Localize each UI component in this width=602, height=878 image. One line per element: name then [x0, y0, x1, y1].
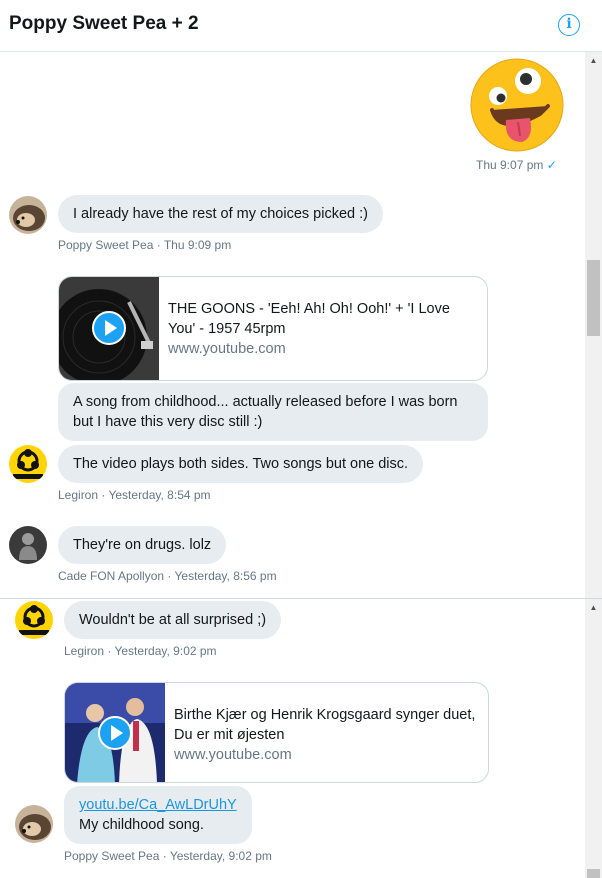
- conversation-title: Poppy Sweet Pea + 2: [9, 13, 199, 34]
- scroll-thumb[interactable]: [587, 260, 600, 336]
- message-meta: Poppy Sweet Pea · Thu 9:09 pm: [58, 238, 232, 252]
- message-bubble[interactable]: A song from childhood... actually releas…: [58, 383, 488, 441]
- biohazard-icon: [15, 601, 53, 639]
- link-card[interactable]: THE GOONS - 'Eeh! Ah! Oh! Ooh!' + 'I Lov…: [58, 276, 488, 381]
- message-pane-top[interactable]: Thu 9:07 pm ✓ I already have the rest of…: [0, 52, 602, 598]
- message-bubble[interactable]: They're on drugs. lolz: [58, 526, 227, 564]
- avatar-biohazard[interactable]: [9, 445, 47, 483]
- card-text: Birthe Kjær og Henrik Krogsgaard synger …: [174, 705, 476, 765]
- play-icon[interactable]: [98, 716, 132, 750]
- message-bubble[interactable]: youtu.be/Ca_AwLDrUhY My childhood song.: [64, 786, 252, 844]
- scroll-up-arrow-icon[interactable]: ▲: [585, 55, 602, 67]
- avatar-biohazard[interactable]: [15, 601, 53, 639]
- scrollbar[interactable]: ▲: [585, 599, 602, 878]
- play-icon[interactable]: [92, 311, 126, 345]
- message-meta: Poppy Sweet Pea · Yesterday, 9:02 pm: [64, 849, 272, 863]
- message-meta: Cade FON Apollyon · Yesterday, 8:56 pm: [58, 569, 277, 583]
- scrollbar[interactable]: ▲: [585, 52, 602, 598]
- hedgehog-icon: [15, 805, 53, 843]
- card-thumbnail: [65, 683, 165, 782]
- card-text: THE GOONS - 'Eeh! Ah! Oh! Ooh!' + 'I Lov…: [168, 299, 475, 359]
- youtube-link[interactable]: youtu.be/Ca_AwLDrUhY: [79, 795, 237, 815]
- avatar-hedgehog[interactable]: [15, 805, 53, 843]
- card-thumbnail: [59, 277, 159, 380]
- message-bubble[interactable]: Wouldn't be at all surprised ;): [64, 601, 282, 639]
- conversation-header: Poppy Sweet Pea + 2 i: [0, 0, 602, 52]
- message-bubble[interactable]: I already have the rest of my choices pi…: [58, 195, 383, 233]
- biohazard-icon: [9, 445, 47, 483]
- message-bubble[interactable]: The video plays both sides. Two songs bu…: [58, 445, 424, 483]
- message-text: My childhood song.: [79, 817, 204, 833]
- scroll-thumb[interactable]: [587, 869, 600, 878]
- info-icon[interactable]: i: [558, 14, 580, 36]
- checkmark-icon: ✓: [546, 158, 557, 172]
- message-meta: Legiron · Yesterday, 8:54 pm: [58, 488, 211, 502]
- zany-face-emoji: [470, 58, 564, 152]
- card-domain: www.youtube.com: [168, 341, 286, 357]
- message-meta: Legiron · Yesterday, 9:02 pm: [64, 644, 217, 658]
- person-icon: [9, 526, 47, 564]
- link-card[interactable]: Birthe Kjær og Henrik Krogsgaard synger …: [64, 682, 489, 783]
- card-title: THE GOONS - 'Eeh! Ah! Oh! Ooh!' + 'I Lov…: [168, 301, 450, 337]
- hedgehog-icon: [9, 196, 47, 234]
- avatar-figure[interactable]: [9, 526, 47, 564]
- card-title: Birthe Kjær og Henrik Krogsgaard synger …: [174, 707, 476, 743]
- timestamp: Thu 9:07 pm: [476, 158, 544, 172]
- scroll-up-arrow-icon[interactable]: ▲: [585, 602, 602, 614]
- avatar-hedgehog[interactable]: [9, 196, 47, 234]
- emoji-message-meta: Thu 9:07 pm ✓: [476, 158, 557, 172]
- card-domain: www.youtube.com: [174, 747, 292, 763]
- message-pane-bottom[interactable]: Wouldn't be at all surprised ;) Legiron …: [0, 599, 602, 878]
